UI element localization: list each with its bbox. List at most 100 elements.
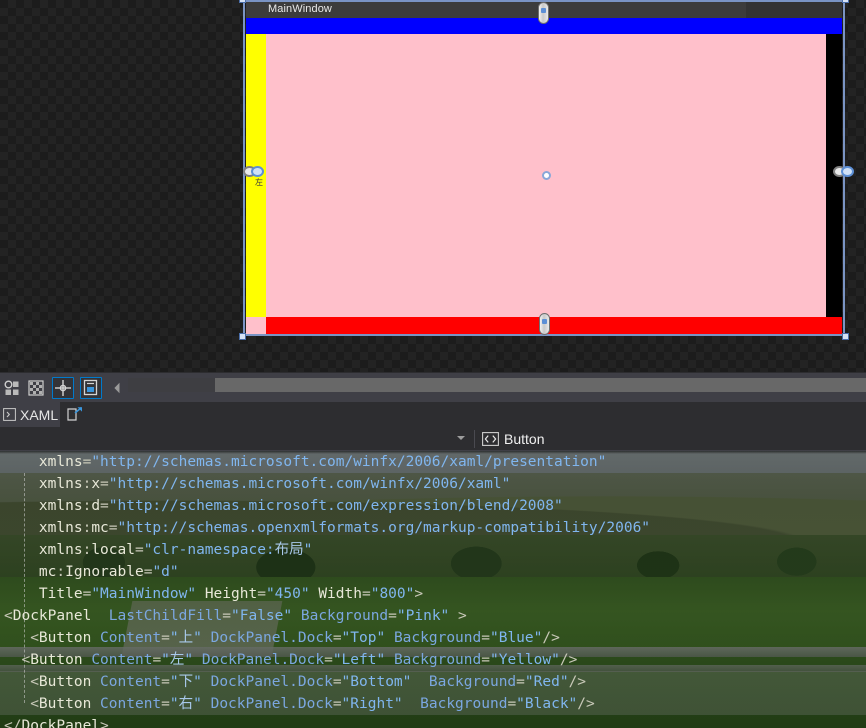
artboard-snap-button[interactable] xyxy=(80,377,102,399)
code-line[interactable]: Title="MainWindow" Height="450" Width="8… xyxy=(0,583,866,605)
code-line[interactable]: mc:Ignorable="d" xyxy=(0,561,866,583)
code-token: = xyxy=(516,674,525,690)
code-token: 上 xyxy=(178,630,194,646)
code-token: Background xyxy=(300,608,389,624)
resize-handle-top-right[interactable] xyxy=(842,0,849,3)
navbar-member-dropdown[interactable] xyxy=(0,427,474,451)
code-line[interactable]: <Button Content="右" DockPanel.Dock="Righ… xyxy=(0,693,866,715)
code-line[interactable]: <Button Content="左" DockPanel.Dock="Left… xyxy=(0,649,866,671)
dock-button-bottom[interactable] xyxy=(266,317,842,334)
popout-window-icon xyxy=(67,406,83,421)
toolbar-collapse-button[interactable] xyxy=(108,378,126,398)
code-token: < xyxy=(4,608,13,624)
code-token: " xyxy=(169,674,179,690)
code-line[interactable]: xmlns:d="http://schemas.microsoft.com/ex… xyxy=(0,495,866,517)
code-token: xmlns xyxy=(38,476,83,492)
editor-navigation-bar[interactable]: Button xyxy=(0,427,866,451)
resize-handle-top-left[interactable] xyxy=(239,0,246,3)
code-token: Background xyxy=(420,696,508,712)
code-line[interactable]: xmlns:local="clr-namespace:布局" xyxy=(0,539,866,561)
code-token: "http://schemas.microsoft.com/expression… xyxy=(108,498,563,514)
code-token: mc xyxy=(38,564,57,580)
code-token: /> xyxy=(559,652,578,668)
code-token: "clr-namespace: xyxy=(143,542,275,558)
visual-studio-xaml-designer: MainWindow 左 XAML Button xmlns="http://s… xyxy=(0,0,866,728)
navbar-element-dropdown[interactable]: Button xyxy=(482,427,544,451)
artboard-selection-wrapper[interactable]: MainWindow 左 xyxy=(239,0,854,340)
code-token: = xyxy=(82,586,92,602)
code-token: = xyxy=(361,586,371,602)
code-line[interactable]: xmlns:x="http://schemas.microsoft.com/wi… xyxy=(0,473,866,495)
main-window-preview[interactable]: MainWindow xyxy=(246,2,842,334)
code-token: = xyxy=(388,608,397,624)
tab-xaml[interactable]: XAML xyxy=(0,402,60,427)
code-token: Content xyxy=(100,630,162,646)
code-token: "Red" xyxy=(524,674,569,690)
code-line[interactable]: <Button Content="下" DockPanel.Dock="Bott… xyxy=(0,671,866,693)
code-token: xmlns xyxy=(38,498,83,514)
zoom-grid-icon-button[interactable] xyxy=(1,377,23,399)
code-token: > xyxy=(449,608,467,624)
code-line[interactable]: xmlns="http://schemas.microsoft.com/winf… xyxy=(0,451,866,473)
window-close-button[interactable] xyxy=(794,2,818,18)
code-token: "http://schemas.microsoft.com/winfx/2006… xyxy=(91,454,607,470)
code-token: d xyxy=(91,498,101,514)
resize-handle-bottom-left[interactable] xyxy=(239,333,246,340)
xaml-code-editor[interactable]: xmlns = "http://schemas.microsoft.com/winf… xyxy=(0,451,866,728)
popout-window-button[interactable] xyxy=(66,406,84,423)
code-line[interactable]: <Button Content="上" DockPanel.Dock="Top"… xyxy=(0,627,866,649)
code-token: : xyxy=(82,498,92,514)
code-token: : xyxy=(82,520,92,536)
margin-grip-bottom[interactable] xyxy=(537,313,552,335)
code-token: Background xyxy=(393,630,482,646)
code-token: Button xyxy=(30,652,83,668)
code-token: "Yellow" xyxy=(490,652,560,668)
margin-grip-top[interactable] xyxy=(536,2,551,24)
transparency-grid-icon-button[interactable] xyxy=(25,377,47,399)
navbar-element-label: Button xyxy=(504,431,545,447)
code-line[interactable]: <DockPanel LastChildFill="False" Backgro… xyxy=(0,605,866,627)
code-token: = xyxy=(161,630,170,646)
code-token: Button xyxy=(38,674,92,690)
resize-handle-bottom-right[interactable] xyxy=(842,333,849,340)
window-maximize-button[interactable] xyxy=(770,2,794,18)
code-token: Title xyxy=(38,586,83,602)
code-token: "Pink" xyxy=(396,608,450,624)
code-token: "Top" xyxy=(341,630,386,646)
code-token: Button xyxy=(38,696,92,712)
chevron-left-icon xyxy=(114,382,120,394)
margin-anchor-right-icon[interactable] xyxy=(833,164,857,180)
code-token: xmlns xyxy=(38,520,83,536)
code-token: = xyxy=(134,542,144,558)
designer-hscrollbar-thumb[interactable] xyxy=(215,378,866,392)
chevron-down-icon[interactable] xyxy=(457,435,465,440)
window-extra-button[interactable] xyxy=(818,2,842,18)
code-lines-container[interactable]: xmlns = "http://schemas.microsoft.com/winf… xyxy=(0,451,866,728)
dockpanel-container[interactable] xyxy=(246,18,842,334)
code-token: = xyxy=(332,674,342,690)
code-token: " xyxy=(193,630,202,646)
code-token: /> xyxy=(542,630,560,646)
design-surface-canvas[interactable]: MainWindow 左 xyxy=(0,0,866,372)
code-line[interactable]: </DockPanel> xyxy=(0,715,866,728)
center-move-adorner[interactable] xyxy=(542,171,551,180)
code-token: " xyxy=(184,652,194,668)
code-token: = xyxy=(324,652,333,668)
snap-to-gridlines-icon xyxy=(55,380,71,396)
code-token: < xyxy=(4,696,39,712)
code-token: Ignorable xyxy=(65,564,144,580)
code-line[interactable]: xmlns:mc="http://schemas.openxmlformats.… xyxy=(0,517,866,539)
snap-to-gridlines-button[interactable] xyxy=(52,377,74,399)
window-minimize-button[interactable] xyxy=(746,2,770,18)
editor-tabstrip[interactable]: XAML xyxy=(0,402,866,427)
